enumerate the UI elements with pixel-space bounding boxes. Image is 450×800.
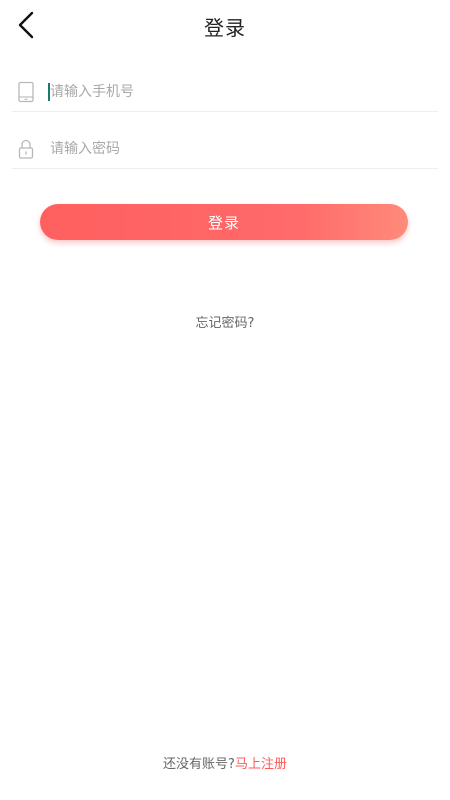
phone-icon xyxy=(14,80,38,104)
password-input[interactable] xyxy=(50,133,438,164)
register-footer: 还没有账号?马上注册 xyxy=(0,753,450,772)
forgot-password-link[interactable]: 忘记密码? xyxy=(0,312,450,331)
lock-icon xyxy=(14,137,38,161)
page-title: 登录 xyxy=(204,16,246,40)
login-screen: 登录 登录 忘记密码? 还没有账号?马上注册 xyxy=(0,0,450,800)
register-prompt: 还没有账号? xyxy=(163,757,235,772)
login-button[interactable]: 登录 xyxy=(40,204,408,240)
phone-field-row xyxy=(12,72,438,112)
register-link[interactable]: 马上注册 xyxy=(235,757,287,772)
phone-input[interactable] xyxy=(50,76,438,107)
password-field-row xyxy=(12,129,438,169)
text-caret xyxy=(48,83,50,101)
header: 登录 xyxy=(0,0,450,52)
